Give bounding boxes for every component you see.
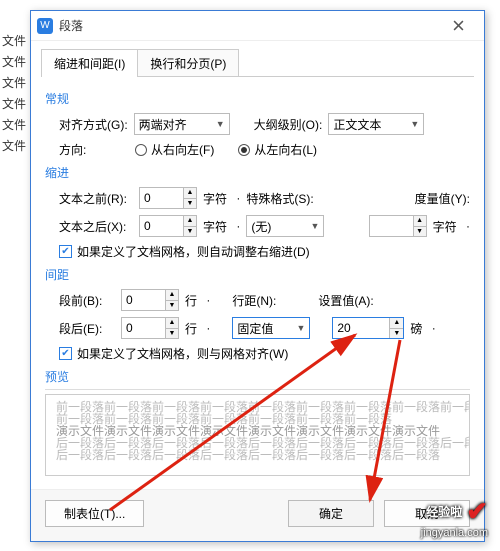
bg-item: 文件 <box>0 72 28 93</box>
special-label: 特殊格式(S): <box>246 190 313 207</box>
rtl-label: 从右向左(F) <box>151 141 214 158</box>
titlebar: W 段落 <box>31 11 484 41</box>
spin-up-icon[interactable]: ▲ <box>184 216 196 227</box>
align-label: 对齐方式(G): <box>59 116 128 133</box>
spin-up-icon[interactable]: ▲ <box>390 318 403 329</box>
unit-line: 行 <box>185 320 197 337</box>
unit-char: 字符 <box>203 218 227 235</box>
spin-up-icon[interactable]: ▲ <box>414 216 426 227</box>
indent-before-label: 文本之前(R): <box>59 190 133 207</box>
spacing-snap-label: 如果定义了文档网格，则与网格对齐(W) <box>77 345 288 362</box>
indent-auto-label: 如果定义了文档网格，则自动调整右缩进(D) <box>77 243 310 260</box>
indent-after-label: 文本之后(X): <box>59 218 133 235</box>
spin-up-icon[interactable]: ▲ <box>166 318 178 329</box>
spacing-after-input[interactable] <box>121 317 165 339</box>
special-combo[interactable]: (无) ▼ <box>246 215 324 237</box>
set-value-spinner[interactable]: ▲▼ <box>332 317 404 339</box>
spin-down-icon[interactable]: ▼ <box>166 301 178 311</box>
align-combo[interactable]: 两端对齐 ▼ <box>134 113 230 135</box>
indent-before-input[interactable] <box>139 187 183 209</box>
app-icon: W <box>37 18 53 34</box>
indent-after-input[interactable] <box>139 215 183 237</box>
line-spacing-combo[interactable]: 固定值 ▼ <box>232 317 310 339</box>
bg-item: 文件 <box>0 135 28 156</box>
line-spacing-value: 固定值 <box>237 320 273 337</box>
set-value-label: 设置值(A): <box>318 292 373 309</box>
spacing-snap-checkbox[interactable]: ✔ 如果定义了文档网格，则与网格对齐(W) <box>59 345 288 362</box>
line-spacing-label: 行距(N): <box>232 292 276 309</box>
section-title-preview: 预览 <box>45 368 470 385</box>
preview-line: 后一段落后一段落后一段落后一段落后一段落后一段落后一段落后一段落 <box>56 449 459 461</box>
section-title-indent: 缩进 <box>45 164 470 181</box>
metric-input[interactable] <box>369 215 413 237</box>
spacing-before-spinner[interactable]: ▲▼ <box>121 289 179 311</box>
unit-char: 字符 <box>203 190 227 207</box>
close-button[interactable] <box>438 12 478 40</box>
outline-combo[interactable]: 正文文本 ▼ <box>328 113 424 135</box>
unit-pt: 磅 <box>410 320 422 337</box>
ltr-label: 从左向右(L) <box>254 141 317 158</box>
metric-label: 度量值(Y): <box>415 190 470 207</box>
direction-ltr-radio[interactable]: 从左向右(L) <box>238 141 317 158</box>
radio-icon <box>135 144 147 156</box>
bg-item: 文件 <box>0 114 28 135</box>
section-title-general: 常规 <box>45 90 470 107</box>
outline-label: 大纲级别(O): <box>254 116 323 133</box>
set-value-input[interactable] <box>333 318 389 338</box>
tab-pagination[interactable]: 换行和分页(P) <box>137 49 239 77</box>
chevron-down-icon: ▼ <box>296 323 305 333</box>
background-list: 文件 文件 文件 文件 文件 文件 <box>0 30 28 156</box>
spacing-before-label: 段前(B): <box>59 292 115 309</box>
section-preview: 预览 前一段落前一段落前一段落前一段落前一段落前一段落前一段落前一段落前一段落前… <box>45 368 470 476</box>
chevron-down-icon: ▼ <box>216 119 225 129</box>
radio-icon <box>238 144 250 156</box>
bg-item: 文件 <box>0 51 28 72</box>
chevron-down-icon: ▼ <box>310 221 319 231</box>
indent-auto-checkbox[interactable]: ✔ 如果定义了文档网格，则自动调整右缩进(D) <box>59 243 310 260</box>
spin-up-icon[interactable]: ▲ <box>184 188 196 199</box>
indent-after-spinner[interactable]: ▲▼ <box>139 215 197 237</box>
special-value: (无) <box>251 218 271 235</box>
section-spacing: 间距 段前(B): ▲▼ 行 · 行距(N): 设置值(A): 段后(E): <box>45 266 470 362</box>
align-value: 两端对齐 <box>139 116 187 133</box>
spin-down-icon[interactable]: ▼ <box>184 227 196 237</box>
ok-button[interactable]: 确定 <box>288 500 374 527</box>
preview-box: 前一段落前一段落前一段落前一段落前一段落前一段落前一段落前一段落前一段落前一段落… <box>45 394 470 476</box>
section-title-spacing: 间距 <box>45 266 470 283</box>
tab-indent-spacing[interactable]: 缩进和间距(I) <box>41 49 138 77</box>
spacing-after-spinner[interactable]: ▲▼ <box>121 317 179 339</box>
unit-line: 行 <box>185 292 197 309</box>
section-general: 常规 对齐方式(G): 两端对齐 ▼ 大纲级别(O): 正文文本 ▼ <box>45 90 470 158</box>
checkbox-icon: ✔ <box>59 347 72 360</box>
checkbox-icon: ✔ <box>59 245 72 258</box>
tab-bar: 缩进和间距(I) 换行和分页(P) <box>31 41 484 77</box>
outline-value: 正文文本 <box>333 116 381 133</box>
unit-char: 字符 <box>433 218 457 235</box>
indent-before-spinner[interactable]: ▲▼ <box>139 187 197 209</box>
chevron-down-icon: ▼ <box>410 119 419 129</box>
bg-item: 文件 <box>0 30 28 51</box>
spacing-after-label: 段后(E): <box>59 320 115 337</box>
spin-down-icon[interactable]: ▼ <box>166 329 178 339</box>
spin-down-icon[interactable]: ▼ <box>390 329 403 339</box>
spacing-before-input[interactable] <box>121 289 165 311</box>
dialog-footer: 制表位(T)... 确定 取消 <box>31 489 484 541</box>
spin-down-icon[interactable]: ▼ <box>184 199 196 209</box>
bg-item: 文件 <box>0 93 28 114</box>
spin-up-icon[interactable]: ▲ <box>166 290 178 301</box>
direction-rtl-radio[interactable]: 从右向左(F) <box>135 141 214 158</box>
section-indent: 缩进 文本之前(R): ▲▼ 字符 · 特殊格式(S): 度量值(Y): 文本之… <box>45 164 470 260</box>
tabs-button[interactable]: 制表位(T)... <box>45 500 144 527</box>
dialog-title: 段落 <box>59 17 438 34</box>
direction-label: 方向: <box>59 141 129 158</box>
metric-spinner[interactable]: ▲▼ <box>369 215 427 237</box>
paragraph-dialog: W 段落 缩进和间距(I) 换行和分页(P) 常规 对齐方式(G): 两端对齐 … <box>30 10 485 542</box>
spin-down-icon[interactable]: ▼ <box>414 227 426 237</box>
cancel-button[interactable]: 取消 <box>384 500 470 527</box>
